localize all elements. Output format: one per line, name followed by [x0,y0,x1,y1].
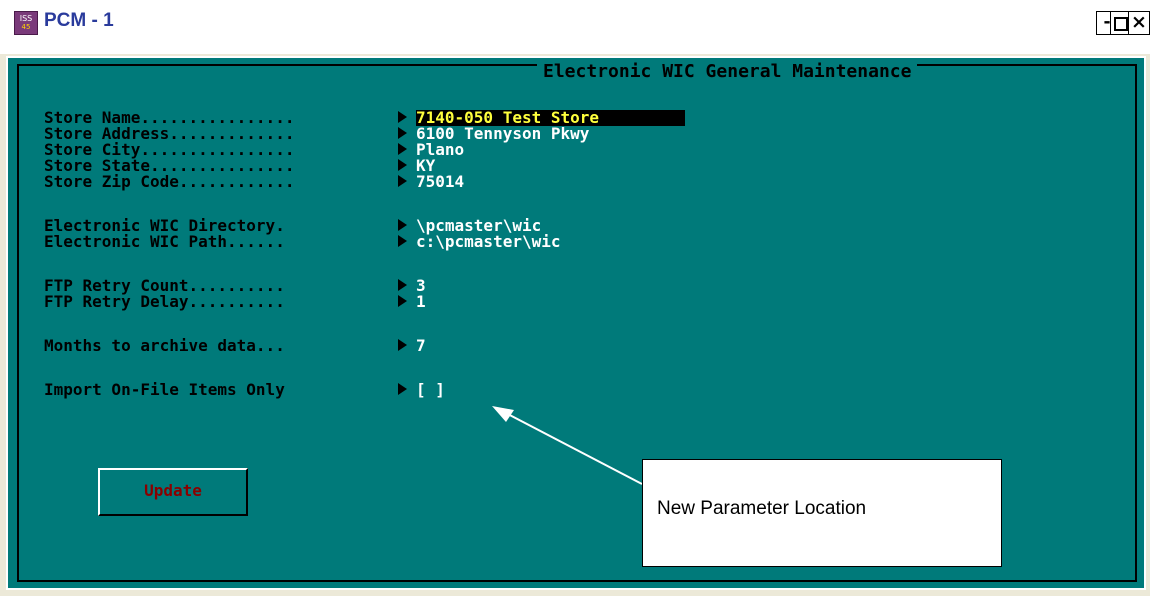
pointer-arrow-icon [398,279,407,291]
pointer-arrow-icon [398,339,407,351]
pointer-arrow-icon [398,159,407,171]
import-on-file-checkbox[interactable]: [ ] [416,382,445,398]
form-heading: Electronic WIC General Maintenance [537,63,918,81]
field-wic-path[interactable]: Electronic WIC Path...... c:\pcmaster\wi… [44,232,561,256]
maximize-icon [1114,17,1128,31]
field-label: Store Zip Code............ [44,172,295,191]
app-icon-text-top: ISS [19,14,33,23]
field-import-on-file[interactable]: Import On-File Items Only [ ] [44,380,445,404]
months-archive-input[interactable]: 7 [416,338,426,354]
field-store-zip[interactable]: Store Zip Code............ 75014 [44,172,464,196]
annotation-callout: New Parameter Location [642,459,1002,567]
annotation-text: New Parameter Location [657,498,867,519]
field-ftp-retry-delay[interactable]: FTP Retry Delay.......... 1 [44,292,426,316]
ftp-retry-delay-input[interactable]: 1 [416,294,426,310]
pointer-arrow-icon [398,383,407,395]
field-label: Months to archive data... [44,336,285,355]
wic-path-input[interactable]: c:\pcmaster\wic [416,234,561,250]
field-label: Electronic WIC Path...... [44,232,285,251]
field-label: Import On-File Items Only [44,380,285,399]
update-button[interactable]: Update [98,468,248,516]
pointer-arrow-icon [398,295,407,307]
close-button[interactable]: × [1128,11,1150,35]
pointer-arrow-icon [398,235,407,247]
pointer-arrow-icon [398,219,407,231]
pointer-arrow-icon [398,175,407,187]
title-bar[interactable]: ISS 45 PCM - 1 - × [0,0,1150,54]
field-months-archive[interactable]: Months to archive data... 7 [44,336,426,360]
pointer-arrow-icon [398,111,407,123]
field-label: FTP Retry Delay.......... [44,292,285,311]
pointer-arrow-icon [398,143,407,155]
app-icon-text-bottom: 45 [21,23,31,31]
app-icon[interactable]: ISS 45 [14,11,38,35]
pointer-arrow-icon [398,127,407,139]
pcm-window: ISS 45 PCM - 1 - × Electronic WIC Genera… [0,0,1150,596]
window-title: PCM - 1 [44,10,114,31]
store-zip-input[interactable]: 75014 [416,174,464,190]
